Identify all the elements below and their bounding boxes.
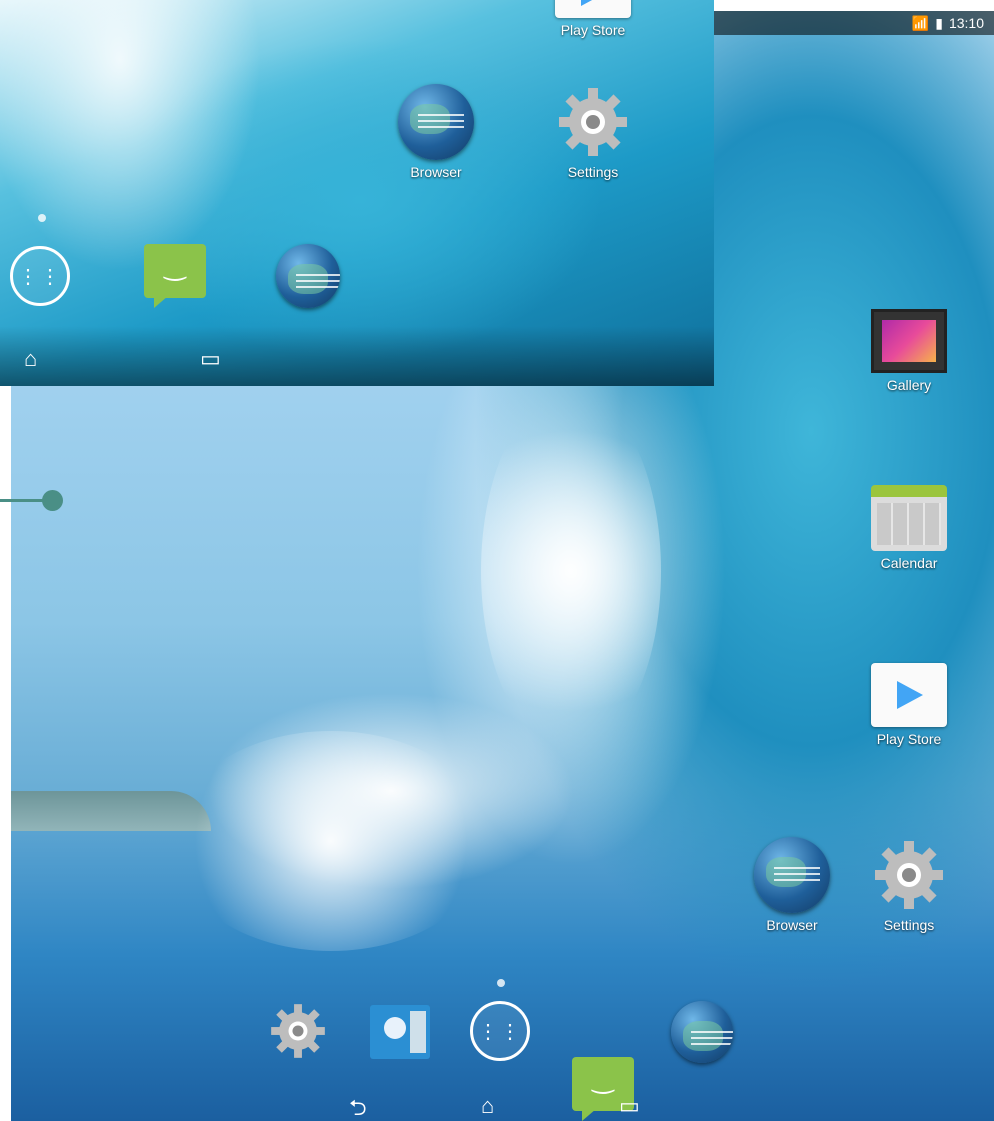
- app-browser[interactable]: Browser: [391, 84, 481, 180]
- recents-icon[interactable]: ▭: [200, 346, 221, 372]
- app-label: Settings: [567, 164, 619, 180]
- all-apps-icon[interactable]: ⋮⋮: [470, 1001, 530, 1061]
- wifi-icon: 📶: [911, 14, 930, 31]
- app-label: Settings: [883, 917, 935, 933]
- play-store-icon: [555, 0, 631, 18]
- dock-settings[interactable]: [268, 1001, 328, 1061]
- app-label: Play Store: [560, 22, 626, 38]
- page-indicator: [497, 979, 505, 987]
- browser-icon: [754, 837, 830, 913]
- back-icon[interactable]: ⮌: [349, 1091, 367, 1121]
- app-settings[interactable]: Settings: [864, 837, 954, 933]
- home-icon[interactable]: ⌂: [24, 346, 37, 372]
- app-label: Calendar: [880, 555, 938, 571]
- recents-icon[interactable]: ▭: [619, 1093, 640, 1119]
- contacts-icon[interactable]: [370, 1005, 430, 1059]
- wave-spray: [171, 731, 491, 951]
- app-calendar[interactable]: Calendar: [864, 485, 954, 571]
- clock: 13:10: [948, 15, 984, 31]
- app-play-store[interactable]: Play Store: [864, 663, 954, 747]
- app-label: Gallery: [886, 377, 932, 393]
- gallery-icon: [871, 309, 947, 373]
- settings-icon: [268, 1001, 328, 1061]
- status-bar: 📶 ▮ 13:10: [714, 11, 994, 35]
- page-indicator: [38, 214, 46, 222]
- calendar-icon: [871, 485, 947, 551]
- browser-icon: [398, 84, 474, 160]
- browser-icon[interactable]: [671, 1001, 733, 1063]
- app-play-store[interactable]: Play Store: [548, 0, 638, 38]
- home-icon[interactable]: ⌂: [481, 1093, 494, 1119]
- app-browser[interactable]: Browser: [747, 837, 837, 933]
- app-gallery[interactable]: Gallery: [864, 309, 954, 393]
- messaging-icon[interactable]: ‿: [144, 244, 206, 308]
- browser-icon[interactable]: [276, 244, 340, 308]
- annotation-knob: [42, 490, 63, 511]
- play-store-icon: [871, 663, 947, 727]
- settings-icon: [555, 84, 631, 160]
- app-settings[interactable]: Settings: [548, 84, 638, 180]
- annotation-line: [0, 499, 48, 502]
- all-apps-icon[interactable]: ⋮⋮: [10, 246, 70, 306]
- app-label: Play Store: [876, 731, 942, 747]
- settings-icon: [871, 837, 947, 913]
- nav-scrim: [0, 326, 714, 386]
- app-label: Browser: [410, 164, 462, 180]
- app-label: Browser: [766, 917, 818, 933]
- battery-icon: ▮: [935, 14, 943, 31]
- wave-crest: [481, 391, 661, 751]
- overlay-preview: Play Store Browser Settings ⋮⋮ ‿ ⌂ ▭: [0, 0, 714, 386]
